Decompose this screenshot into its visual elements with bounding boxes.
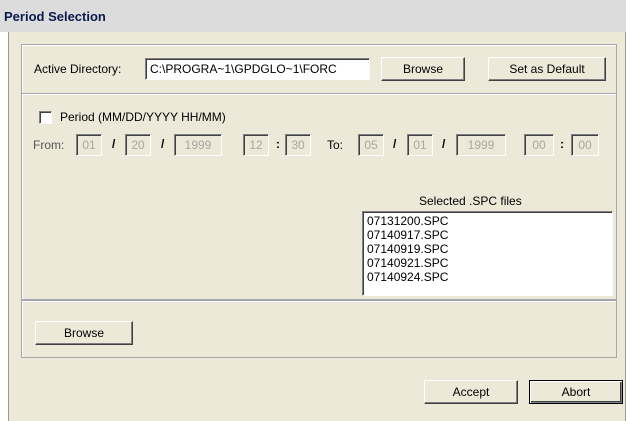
file-list-item[interactable]: 07140917.SPC [367,228,608,242]
file-list-item[interactable]: 07140919.SPC [367,242,608,256]
directory-panel: Active Directory: C:\PROGRA~1\GPDGLO~1\F… [21,44,617,94]
from-date-separator: / [161,137,165,151]
selected-files-listbox[interactable]: 07131200.SPC 07140917.SPC 07140919.SPC 0… [362,211,613,296]
period-checkbox-label: Period (MM/DD/YYYY HH/MM) [60,110,226,124]
selected-files-header: Selected .SPC files [419,194,522,208]
active-directory-field[interactable]: C:\PROGRA~1\GPDGLO~1\FORC [145,58,370,80]
file-list-item[interactable]: 07140921.SPC [367,256,608,270]
file-list-item[interactable]: 07131200.SPC [367,214,608,228]
to-hour-field[interactable]: 00 [524,134,554,156]
to-day-field[interactable]: 01 [407,134,433,156]
from-minute-field[interactable]: 30 [285,134,311,156]
title-bar: Period Selection [0,0,626,32]
from-day-field[interactable]: 20 [125,134,151,156]
set-as-default-button[interactable]: Set as Default [488,57,606,81]
file-list-item[interactable]: 07140924.SPC [367,270,608,284]
to-date-separator: / [442,137,446,151]
abort-button[interactable]: Abort [529,380,623,404]
from-time-separator: : [276,137,280,151]
dialog-body: Active Directory: C:\PROGRA~1\GPDGLO~1\F… [8,32,626,421]
files-browse-button[interactable]: Browse [35,321,133,345]
to-year-field[interactable]: 1999 [456,134,506,156]
to-label: To: [327,138,344,152]
file-browse-panel: Browse [21,300,617,358]
active-directory-label: Active Directory: [34,62,122,76]
window-title: Period Selection [4,9,106,24]
accept-button[interactable]: Accept [424,380,518,404]
from-label: From: [33,138,65,152]
to-time-separator: : [560,137,564,151]
period-checkbox[interactable] [39,111,52,124]
directory-browse-button[interactable]: Browse [381,57,465,81]
from-year-field[interactable]: 1999 [174,134,222,156]
to-month-field[interactable]: 05 [358,134,384,156]
to-minute-field[interactable]: 00 [571,134,599,156]
period-panel: Period (MM/DD/YYYY HH/MM) From: 01 / 20 … [21,94,617,300]
from-date-separator: / [112,137,116,151]
to-date-separator: / [393,137,397,151]
from-hour-field[interactable]: 12 [243,134,269,156]
from-month-field[interactable]: 01 [76,134,102,156]
